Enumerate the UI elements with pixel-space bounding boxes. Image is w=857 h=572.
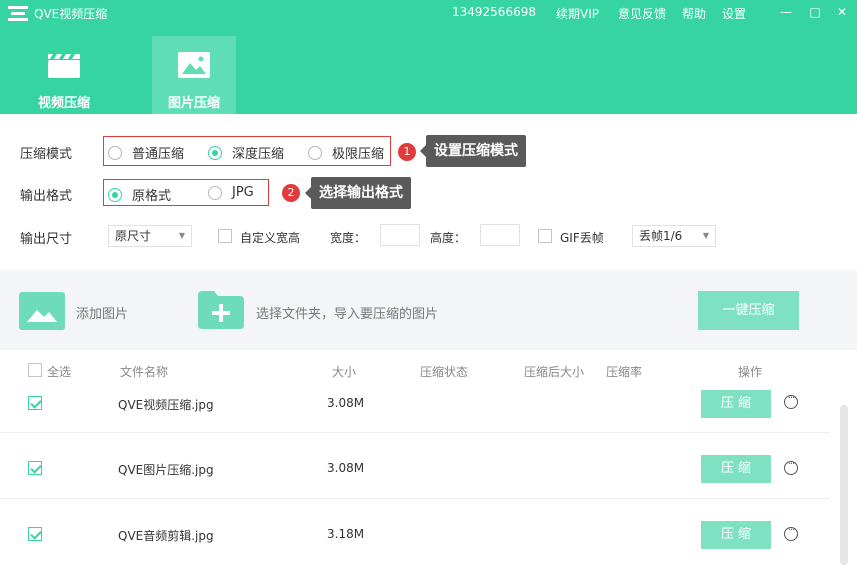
- user-phone: 13492566698: [452, 5, 536, 19]
- output-size-select[interactable]: 原尺寸 ▼: [108, 225, 192, 247]
- row-checkbox[interactable]: [28, 527, 42, 541]
- caret-down-icon: ▼: [702, 231, 709, 240]
- row-divider: [0, 498, 830, 499]
- output-format-label: 输出格式: [20, 189, 73, 204]
- row-file-name: QVE图片压缩.jpg: [118, 463, 214, 477]
- hint-callout-mode: 设置压缩模式: [420, 135, 526, 167]
- caret-down-icon: ▼: [178, 231, 185, 240]
- app-title: QVE视频压缩: [34, 7, 108, 21]
- select-value: 丢帧1/6: [639, 229, 683, 243]
- radio-label: 深度压缩: [232, 147, 285, 162]
- compress-mode-label: 压缩模式: [20, 147, 73, 162]
- feedback-link[interactable]: 意见反馈: [618, 5, 666, 22]
- radio-extreme-compress[interactable]: 极限压缩: [308, 143, 384, 162]
- renew-vip-link[interactable]: 续期VIP: [556, 5, 599, 22]
- radio-deep-compress[interactable]: 深度压缩: [208, 143, 284, 162]
- maximize-button[interactable]: □: [805, 3, 825, 21]
- header-status: 压缩状态: [420, 365, 469, 379]
- add-image-icon[interactable]: [19, 292, 65, 330]
- select-value: 原尺寸: [115, 229, 152, 243]
- height-label: 高度：: [430, 231, 467, 245]
- clapperboard-icon: [48, 54, 80, 78]
- row-file-name: QVE视频压缩.jpg: [118, 398, 214, 412]
- row-file-size: 3.08M: [327, 461, 365, 475]
- compress-all-button[interactable]: 一键压缩: [698, 291, 799, 330]
- radio-indicator: [108, 145, 122, 160]
- tab-label: 视频压缩: [37, 96, 90, 111]
- row-file-name: QVE音频剪辑.jpg: [118, 529, 214, 543]
- row-compress-button[interactable]: 压 缩: [701, 521, 771, 549]
- app-logo-icon: [8, 5, 28, 21]
- close-button[interactable]: ✕: [832, 3, 852, 21]
- width-input[interactable]: [380, 224, 420, 246]
- select-all-checkbox[interactable]: [28, 363, 42, 377]
- more-options-icon[interactable]: [784, 459, 798, 475]
- row-divider: [0, 432, 830, 433]
- radio-normal-compress[interactable]: 普通压缩: [108, 143, 184, 162]
- add-folder-button[interactable]: 选择文件夹，导入要压缩的图片: [256, 303, 438, 322]
- radio-label: 原格式: [132, 189, 172, 204]
- hint-badge-1: 1: [398, 143, 416, 161]
- custom-size-label: 自定义宽高: [240, 231, 301, 245]
- row-checkbox[interactable]: [28, 396, 42, 410]
- row-file-size: 3.08M: [327, 396, 365, 410]
- tab-label: 图片压缩: [167, 96, 220, 111]
- hint-callout-format: 选择输出格式: [305, 177, 411, 209]
- header-size: 大小: [332, 365, 357, 379]
- radio-label: JPG: [232, 185, 254, 200]
- radio-indicator: [108, 187, 122, 202]
- vertical-scrollbar[interactable]: [840, 405, 848, 565]
- radio-original-format[interactable]: 原格式: [108, 185, 171, 204]
- custom-size-checkbox[interactable]: [218, 229, 232, 243]
- title-bar: QVE视频压缩 13492566698 续期VIP 意见反馈 帮助 设置 — □…: [0, 0, 857, 26]
- gif-drop-select[interactable]: 丢帧1/6 ▼: [632, 225, 716, 247]
- help-link[interactable]: 帮助: [682, 5, 706, 22]
- height-input[interactable]: [480, 224, 520, 246]
- gif-drop-label: GIF丢帧: [560, 231, 604, 245]
- output-size-label: 输出尺寸: [20, 232, 73, 247]
- app-header: QVE视频压缩 13492566698 续期VIP 意见反馈 帮助 设置 — □…: [0, 0, 857, 114]
- add-folder-icon[interactable]: [198, 291, 244, 329]
- radio-indicator: [308, 145, 322, 160]
- row-compress-button[interactable]: 压 缩: [701, 390, 771, 418]
- row-checkbox[interactable]: [28, 461, 42, 475]
- radio-indicator: [208, 145, 222, 160]
- tab-image-compress[interactable]: 图片压缩: [152, 36, 236, 114]
- more-options-icon[interactable]: [784, 525, 798, 541]
- width-label: 宽度：: [330, 231, 367, 245]
- header-file-name: 文件名称: [120, 365, 169, 379]
- more-options-icon[interactable]: [784, 393, 798, 409]
- radio-indicator: [208, 185, 222, 200]
- radio-label: 普通压缩: [132, 147, 185, 162]
- radio-jpg-format[interactable]: JPG: [208, 185, 254, 200]
- minimize-button[interactable]: —: [776, 3, 796, 21]
- header-ratio: 压缩率: [606, 365, 643, 379]
- row-compress-button[interactable]: 压 缩: [701, 455, 771, 483]
- image-icon: [178, 52, 210, 78]
- radio-label: 极限压缩: [332, 147, 385, 162]
- hint-badge-2: 2: [282, 184, 300, 202]
- header-action: 操作: [738, 365, 763, 379]
- settings-link[interactable]: 设置: [722, 5, 746, 22]
- row-file-size: 3.18M: [327, 527, 365, 541]
- tab-video-compress[interactable]: 视频压缩: [22, 36, 106, 114]
- add-image-button[interactable]: 添加图片: [76, 303, 128, 322]
- gif-drop-checkbox[interactable]: [538, 229, 552, 243]
- header-after-size: 压缩后大小: [524, 365, 585, 379]
- select-all-label: 全选: [47, 365, 72, 379]
